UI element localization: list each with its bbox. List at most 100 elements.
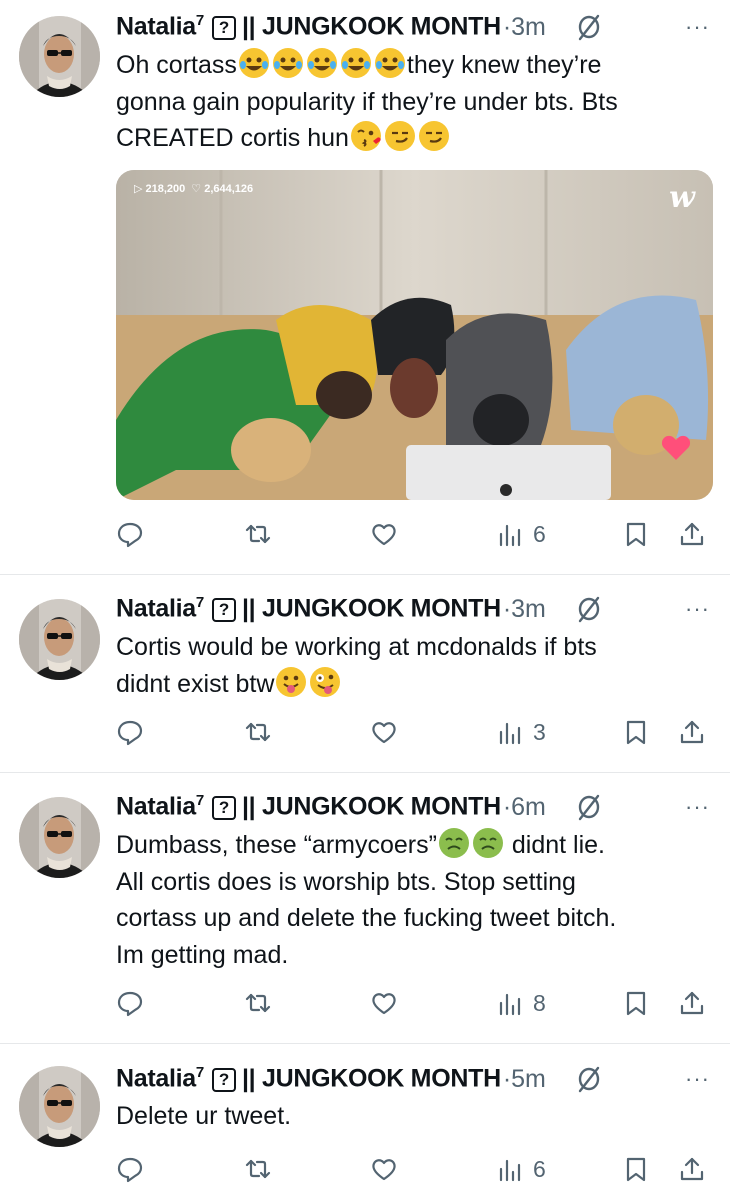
timestamp[interactable]: 6m bbox=[511, 793, 546, 822]
more-icon[interactable]: ··· bbox=[685, 794, 710, 820]
face-tears-of-joy-emoji bbox=[306, 48, 337, 78]
tweet-header: Natalia7? || JUNGKOOK MONTH · 3m ··· bbox=[116, 10, 710, 44]
retweet-icon bbox=[245, 524, 271, 544]
nauseated-face-emoji bbox=[438, 828, 469, 858]
smirking-face-emoji bbox=[418, 121, 449, 151]
display-name[interactable]: Natalia7? || JUNGKOOK MONTH bbox=[116, 1064, 501, 1093]
tweet[interactable]: Natalia7? || JUNGKOOK MONTH · 6m ··· Dumb… bbox=[0, 773, 730, 1044]
share-icon bbox=[680, 522, 704, 546]
text-line: CREATED cortis hun bbox=[116, 120, 710, 157]
bookmark-icon bbox=[626, 1157, 646, 1182]
views-icon bbox=[499, 1159, 521, 1182]
more-icon[interactable]: ··· bbox=[685, 1066, 710, 1092]
tweet-header: Natalia7? || JUNGKOOK MONTH · 5m ··· bbox=[116, 1062, 710, 1096]
views-button[interactable]: 6 bbox=[496, 520, 546, 548]
reply-icon bbox=[117, 1157, 143, 1183]
views-button[interactable]: 3 bbox=[496, 718, 546, 746]
text-line: Dumbass, these “armycoers” didnt lie. bbox=[116, 827, 710, 864]
tweet[interactable]: Natalia7? || JUNGKOOK MONTH · 3m ··· Oh c… bbox=[0, 0, 730, 575]
separator: · bbox=[502, 792, 512, 821]
timestamp[interactable]: 3m bbox=[511, 13, 546, 42]
reply-button[interactable] bbox=[116, 1155, 144, 1183]
text-line: All cortis does is worship bts. Stop set… bbox=[116, 867, 576, 896]
action-bar: 3 bbox=[116, 715, 712, 749]
text-line: gonna gain popularity if they’re under b… bbox=[116, 87, 618, 116]
like-button[interactable] bbox=[370, 718, 398, 746]
text-line: Cortis would be working at mcdonalds if … bbox=[116, 633, 597, 661]
bookmark-button[interactable] bbox=[622, 1155, 650, 1183]
reply-button[interactable] bbox=[116, 520, 144, 548]
more-icon[interactable]: ··· bbox=[685, 14, 710, 40]
display-name[interactable]: Natalia7? || JUNGKOOK MONTH bbox=[116, 792, 501, 821]
reply-button[interactable] bbox=[116, 718, 144, 746]
timestamp[interactable]: 3m bbox=[511, 595, 546, 624]
face-blowing-kiss-emoji bbox=[350, 121, 381, 151]
share-icon bbox=[680, 1157, 704, 1181]
avatar[interactable] bbox=[19, 1066, 100, 1147]
like-icon bbox=[372, 1159, 396, 1181]
share-icon bbox=[680, 991, 704, 1015]
tweet[interactable]: Natalia7? || JUNGKOOK MONTH · 3m ··· Cort… bbox=[0, 575, 730, 773]
nauseated-face-emoji bbox=[472, 828, 503, 858]
reply-icon bbox=[117, 720, 143, 746]
views-icon bbox=[499, 524, 521, 547]
tweet[interactable]: Natalia7? || JUNGKOOK MONTH · 5m ··· Dele… bbox=[0, 1044, 730, 1199]
reply-button[interactable] bbox=[116, 989, 144, 1017]
retweet-button[interactable] bbox=[244, 989, 272, 1017]
tweet-text: Dumbass, these “armycoers” didnt lie. Al… bbox=[116, 827, 710, 973]
views-count: 3 bbox=[533, 718, 546, 745]
views-button[interactable]: 8 bbox=[496, 989, 546, 1017]
bookmark-button[interactable] bbox=[622, 718, 650, 746]
share-icon bbox=[680, 720, 704, 744]
action-bar: 6 bbox=[116, 1152, 712, 1186]
avatar[interactable] bbox=[19, 599, 100, 680]
tweet-header: Natalia7? || JUNGKOOK MONTH · 6m ··· bbox=[116, 790, 710, 824]
share-button[interactable] bbox=[678, 520, 706, 548]
tweet-text: Delete ur tweet. bbox=[116, 1098, 710, 1135]
retweet-button[interactable] bbox=[244, 1155, 272, 1183]
retweet-icon bbox=[245, 993, 271, 1013]
like-button[interactable] bbox=[370, 520, 398, 548]
video-thumbnail bbox=[116, 170, 713, 500]
unknown-glyph-box: ? bbox=[211, 796, 236, 821]
retweet-icon bbox=[245, 1159, 271, 1179]
unknown-glyph-box: ? bbox=[211, 16, 236, 41]
share-button[interactable] bbox=[678, 1155, 706, 1183]
bookmark-button[interactable] bbox=[622, 520, 650, 548]
timestamp[interactable]: 5m bbox=[511, 1065, 546, 1094]
like-icon bbox=[372, 722, 396, 744]
share-button[interactable] bbox=[678, 718, 706, 746]
tweet-text: Cortis would be working at mcdonalds if … bbox=[116, 629, 710, 702]
like-button[interactable] bbox=[370, 1155, 398, 1183]
unknown-glyph-box: ? bbox=[211, 598, 236, 623]
face-tears-of-joy-emoji bbox=[272, 48, 303, 78]
video-stats: ▷ 218,200 ♡ 2,644,126 bbox=[134, 182, 253, 195]
text-line: didnt exist btw bbox=[116, 666, 710, 703]
face-tears-of-joy-emoji bbox=[238, 48, 269, 78]
retweet-button[interactable] bbox=[244, 718, 272, 746]
video-media[interactable]: ▷ 218,200 ♡ 2,644,126 w bbox=[116, 170, 713, 500]
display-name[interactable]: Natalia7? || JUNGKOOK MONTH bbox=[116, 594, 501, 623]
share-button[interactable] bbox=[678, 989, 706, 1017]
like-button[interactable] bbox=[370, 989, 398, 1017]
unknown-glyph-box: ? bbox=[211, 1068, 236, 1093]
avatar[interactable] bbox=[19, 16, 100, 97]
avatar[interactable] bbox=[19, 797, 100, 878]
like-icon bbox=[372, 524, 396, 546]
more-icon[interactable]: ··· bbox=[685, 596, 710, 622]
views-count: 6 bbox=[533, 1155, 546, 1182]
display-name[interactable]: Natalia7? || JUNGKOOK MONTH bbox=[116, 12, 501, 41]
views-button[interactable]: 6 bbox=[496, 1155, 546, 1183]
separator: · bbox=[502, 1064, 512, 1093]
muted-icon bbox=[578, 596, 600, 623]
bookmark-icon bbox=[626, 991, 646, 1016]
retweet-icon bbox=[245, 722, 271, 742]
like-icon bbox=[372, 993, 396, 1015]
text-line: Im getting mad. bbox=[116, 940, 289, 969]
muted-icon bbox=[578, 794, 600, 821]
text-line: Delete ur tweet. bbox=[116, 1102, 292, 1130]
video-likes: ♡ 2,644,126 bbox=[191, 183, 254, 195]
muted-icon bbox=[578, 1066, 600, 1093]
retweet-button[interactable] bbox=[244, 520, 272, 548]
bookmark-button[interactable] bbox=[622, 989, 650, 1017]
